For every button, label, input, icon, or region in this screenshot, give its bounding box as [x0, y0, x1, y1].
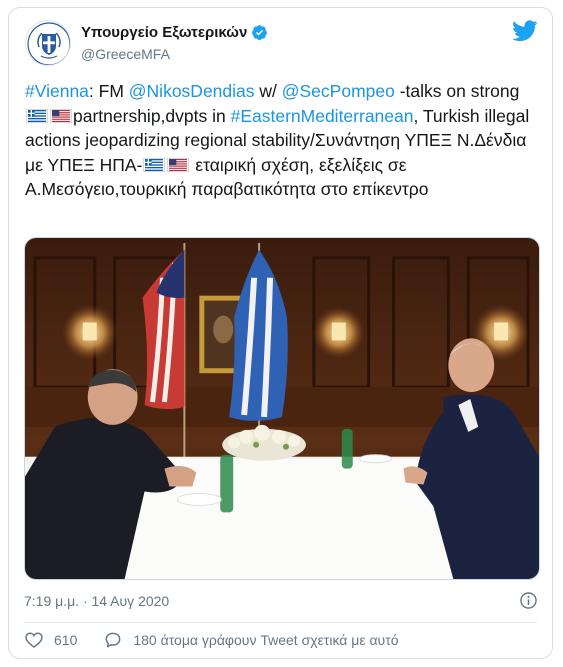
divider [24, 622, 537, 623]
display-name[interactable]: Υπουργείο Εξωτερικών [81, 24, 247, 41]
heart-icon [25, 632, 43, 649]
hashtag-vienna[interactable]: #Vienna [25, 81, 89, 101]
like-button[interactable]: 610 [24, 630, 77, 650]
tweet-photo[interactable] [24, 237, 540, 580]
greek-coat-of-arms-icon [27, 22, 70, 65]
tweet-actions: 610 180 άτομα γράφουν Tweet σχετικά με α… [24, 630, 399, 650]
tweet-timestamp[interactable]: 7:19 μ.μ. · 14 Αυγ 2020 [24, 593, 169, 609]
reply-button[interactable]: 180 άτομα γράφουν Tweet σχετικά με αυτό [103, 630, 399, 650]
hashtag-easternmediterranean[interactable]: #EasternMediterranean [231, 106, 414, 126]
tweet-text-segment: : FM [88, 81, 129, 101]
comment-bubble-icon [105, 632, 121, 648]
mention-nikosdendias[interactable]: @NikosDendias [129, 81, 255, 101]
info-icon[interactable] [519, 591, 538, 610]
tweet-text-segment: w/ [254, 81, 282, 101]
reply-count-text: 180 άτομα γράφουν Tweet σχετικά με αυτό [133, 632, 399, 648]
greece-flag-icon [26, 108, 48, 123]
like-count: 610 [54, 632, 78, 648]
account-handle[interactable]: @GreeceMFA [81, 46, 170, 62]
verified-badge-icon [252, 25, 268, 41]
tweet-text-segment: -talks on strong [394, 81, 520, 101]
meeting-photo-image [25, 238, 539, 579]
tweet-card[interactable]: Υπουργείο Εξωτερικών @GreeceMFA #Vienna:… [8, 7, 553, 659]
usa-flag-icon [50, 108, 72, 123]
twitter-bird-icon[interactable] [512, 20, 538, 42]
mention-secpompeo[interactable]: @SecPompeo [282, 81, 395, 101]
account-avatar[interactable] [25, 20, 71, 66]
usa-flag-icon [167, 157, 190, 172]
greece-flag-icon [143, 157, 166, 172]
tweet-text-segment: partnership,dvpts in [73, 105, 231, 126]
tweet-text: #Vienna: FM @NikosDendias w/ @SecPompeo … [25, 79, 540, 202]
